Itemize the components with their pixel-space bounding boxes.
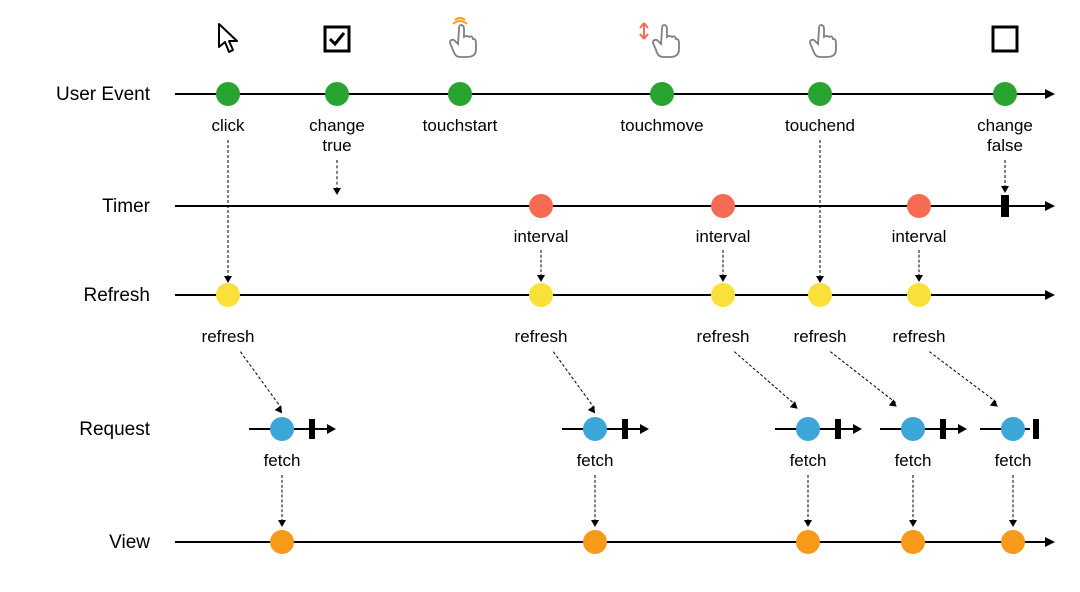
flow-arrow [541,250,542,277]
timer-stop-bar [1001,195,1009,217]
event-dot-interval [907,194,931,218]
event-label: fetch [895,451,932,471]
event-dot-touchstart [448,82,472,106]
event-label: fetch [995,451,1032,471]
touch-icon [800,17,840,64]
timeline-label-timer: Timer [30,196,150,218]
event-dot-change-false [993,82,1017,106]
arrowhead-icon [1045,89,1055,99]
flow-arrow [929,351,997,402]
flow-arrow [913,475,914,522]
event-label: refresh [515,327,568,347]
arrowhead-icon [1045,201,1055,211]
chevron-down-icon [1001,186,1009,193]
flow-arrow [228,140,229,278]
flow-arrow [919,250,920,277]
chevron-down-icon [278,520,286,527]
event-label: fetch [264,451,301,471]
event-dot-interval [711,194,735,218]
event-dot-refresh [216,283,240,307]
arrowhead-icon [1045,290,1055,300]
checkbox-empty-icon [991,25,1019,58]
chevron-down-icon [804,520,812,527]
event-label: touchmove [620,116,703,136]
flow-arrow [282,475,283,522]
touch-tap-icon [440,17,480,64]
event-label: click [211,116,244,136]
chevron-down-icon [1009,520,1017,527]
event-dot-touchmove [650,82,674,106]
flow-arrow [830,351,896,403]
event-dot-view [901,530,925,554]
event-dot-refresh [529,283,553,307]
timeline-label-view: View [30,532,150,554]
checkbox-checked-icon [323,25,351,58]
chevron-down-icon [719,275,727,282]
chevron-down-icon [333,188,341,195]
event-dot-view [1001,530,1025,554]
event-dot-refresh [907,283,931,307]
event-dot-touchend [808,82,832,106]
event-dot-change-true [325,82,349,106]
flow-arrow [1005,160,1006,188]
chevron-down-icon [588,405,599,415]
event-label: change false [977,116,1033,156]
cursor-icon [215,22,241,61]
chevron-down-icon [790,401,801,412]
chevron-down-icon [816,276,824,283]
event-dot-refresh [808,283,832,307]
flow-arrow [820,140,821,278]
flow-arrow [734,351,797,406]
event-label: touchstart [423,116,498,136]
flow-arrow [1013,475,1014,522]
flow-arrow [553,351,595,408]
flow-arrow [723,250,724,277]
event-label: refresh [794,327,847,347]
touch-move-icon [638,17,686,64]
event-label: change true [309,116,365,156]
chevron-down-icon [224,276,232,283]
event-label: interval [892,227,947,247]
event-label: refresh [893,327,946,347]
flow-arrow [337,160,338,190]
chevron-down-icon [537,275,545,282]
timeline-label-user-event: User Event [30,84,150,106]
chevron-down-icon [275,405,286,415]
flow-arrow [240,351,282,408]
event-label: fetch [577,451,614,471]
event-dot-view [583,530,607,554]
event-label: fetch [790,451,827,471]
event-dot-view [270,530,294,554]
arrowhead-icon [1045,537,1055,547]
chevron-down-icon [889,399,899,410]
chevron-down-icon [591,520,599,527]
flow-arrow [595,475,596,522]
chevron-down-icon [990,399,1000,410]
flow-arrow [808,475,809,522]
event-label: interval [696,227,751,247]
event-dot-refresh [711,283,735,307]
timeline-user-event [175,93,1045,95]
event-label: touchend [785,116,855,136]
timeline-label-request: Request [30,419,150,441]
chevron-down-icon [909,520,917,527]
event-dot-view [796,530,820,554]
event-label: interval [514,227,569,247]
timeline-label-refresh: Refresh [30,285,150,307]
chevron-down-icon [915,275,923,282]
event-dot-interval [529,194,553,218]
event-dot-click [216,82,240,106]
event-label: refresh [202,327,255,347]
event-label: refresh [697,327,750,347]
